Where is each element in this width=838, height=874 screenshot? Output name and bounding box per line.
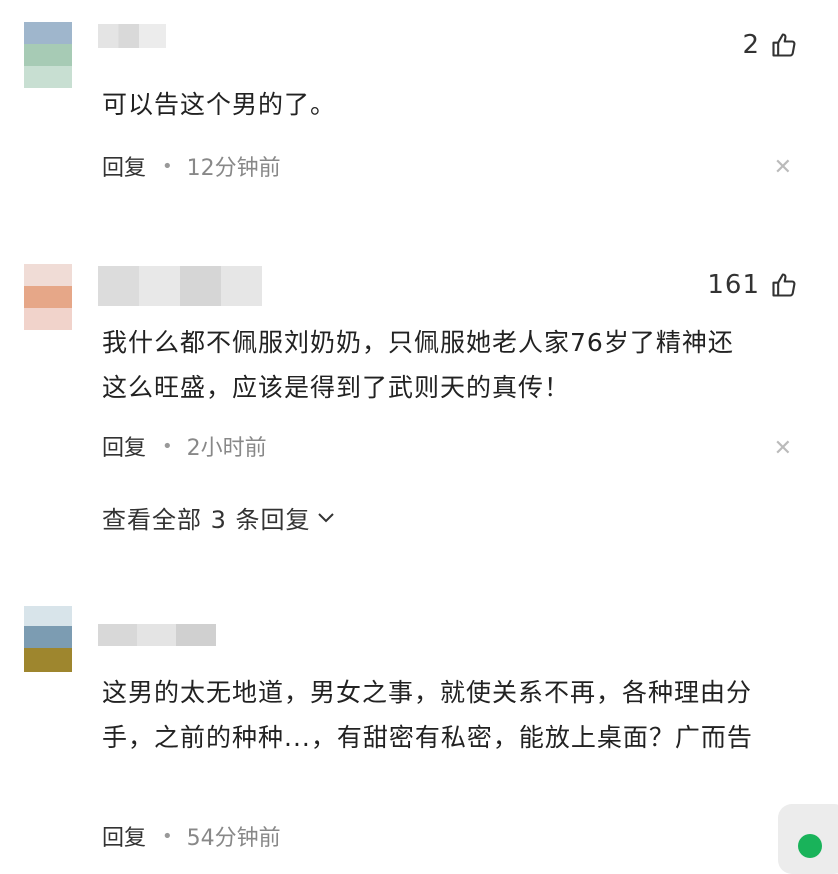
comment-text-line: 手，之前的种种...，有甜密有私密，能放上桌面？广而告 (102, 723, 753, 752)
separator-dot: • (162, 825, 173, 847)
comment-meta: 回复 • 54分钟前 (102, 820, 281, 852)
username-blurred[interactable] (98, 624, 216, 646)
timestamp: 54分钟前 (186, 826, 281, 851)
status-dot-icon (798, 834, 822, 858)
comment-3: 这男的太无地道，男女之事，就使关系不再，各种理由分 手，之前的种种...，有甜密… (0, 0, 838, 864)
reply-button[interactable]: 回复 (102, 820, 146, 852)
avatar[interactable] (24, 606, 72, 672)
comment-text-line: 这男的太无地道，男女之事，就使关系不再，各种理由分 (102, 678, 753, 707)
comment-text: 这男的太无地道，男女之事，就使关系不再，各种理由分 手，之前的种种...，有甜密… (102, 670, 802, 760)
